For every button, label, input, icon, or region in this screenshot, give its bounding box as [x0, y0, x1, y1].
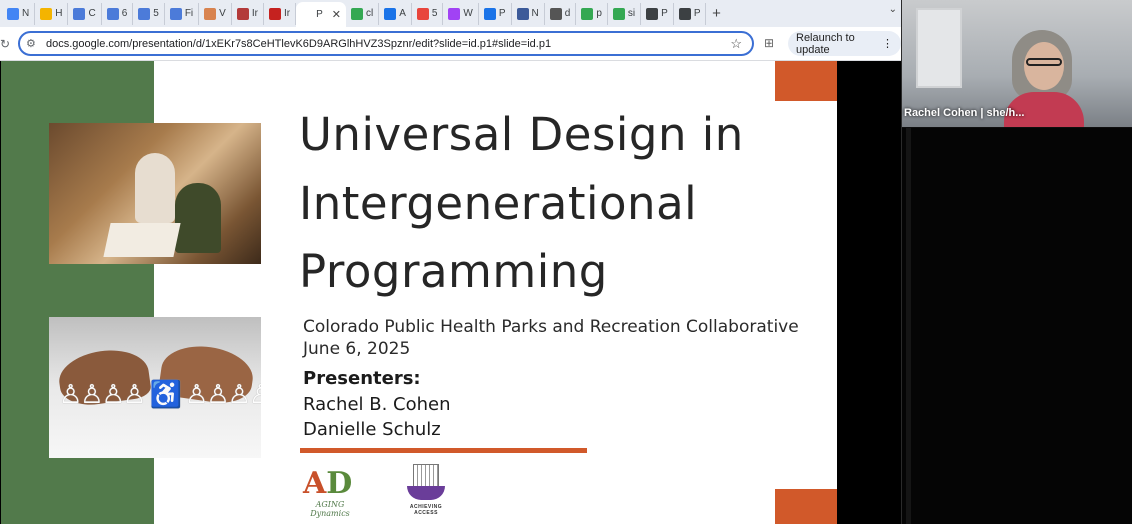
tab-favicon-icon [138, 7, 151, 20]
relaunch-label: Relaunch to update [796, 31, 855, 56]
browser-tab[interactable]: cl [346, 2, 380, 25]
browser-tab[interactable]: 6 [102, 2, 134, 25]
tab-label: Ir [251, 8, 258, 19]
browser-tab[interactable]: d [545, 2, 577, 25]
tab-favicon-icon [236, 7, 249, 20]
tab-favicon-icon [678, 7, 691, 20]
tab-label: C [88, 8, 96, 19]
browser-tab[interactable]: P [479, 2, 512, 25]
achieving-access-logo: ACHIEVING ACCESS [403, 464, 449, 522]
tab-favicon-icon [204, 7, 217, 20]
tab-favicon-icon [301, 8, 314, 21]
tab-favicon-icon [106, 7, 119, 20]
orange-corner-bottom [775, 489, 837, 524]
tab-favicon-icon [483, 7, 496, 20]
more-menu-icon[interactable]: ⋮ [882, 37, 893, 50]
tab-label: cl [365, 8, 374, 19]
tab-label: P [661, 8, 668, 19]
site-info-icon[interactable]: ⚙ [26, 37, 42, 50]
browser-tab[interactable]: C [68, 2, 102, 25]
browser-tab[interactable]: 5 [412, 2, 444, 25]
tab-favicon-icon [516, 7, 529, 20]
participant-name: Rachel Cohen | she/h... [904, 107, 1025, 119]
browser-tab[interactable]: P [674, 2, 707, 25]
browser-tab[interactable]: Fi [165, 2, 200, 25]
tab-favicon-icon [448, 7, 461, 20]
tab-label: d [564, 8, 571, 19]
aging-dynamics-logo: AD AGING Dynamics [303, 466, 353, 518]
tab-label: 5 [431, 8, 438, 19]
tab-label: 5 [153, 8, 159, 19]
reload-icon[interactable]: ↻ [0, 37, 16, 51]
empty-video-area [902, 128, 1132, 524]
presenters-heading: Presenters: [303, 368, 421, 389]
tab-label: 6 [121, 8, 128, 19]
tab-label: V [219, 8, 226, 19]
browser-tab[interactable]: W [443, 2, 479, 25]
date-text: June 6, 2025 [303, 339, 411, 359]
tab-label: H [55, 8, 63, 19]
tab-label: P [498, 8, 506, 19]
hands-and-paper-figures-photo: ♙♙♙♙ ♿ ♙♙♙♙ [49, 317, 261, 458]
tab-label: p [596, 8, 602, 19]
tab-favicon-icon [73, 7, 86, 20]
new-tab-button[interactable]: + [706, 5, 726, 22]
orange-corner-top [775, 61, 837, 101]
extension-icon[interactable]: ⊞ [764, 36, 774, 50]
tab-label: W [463, 8, 473, 19]
browser-tab[interactable]: p [576, 2, 608, 25]
tab-favicon-icon [581, 7, 594, 20]
presenter-name: Danielle Schulz [303, 419, 441, 440]
browser-toolbar: ↻ ⚙ docs.google.com/presentation/d/1xEKr… [0, 27, 901, 61]
bookmark-star-icon[interactable]: ☆ [730, 36, 742, 52]
tab-favicon-icon [350, 7, 363, 20]
tab-favicon-icon [7, 7, 19, 20]
tab-favicon-icon [169, 7, 182, 20]
browser-tab[interactable]: N [2, 2, 36, 25]
tab-label: si [627, 8, 636, 19]
browser-tab[interactable]: A [379, 2, 412, 25]
meeting-side-panel: Rachel Cohen | she/h... [901, 0, 1132, 524]
presentation-area: ♙♙♙♙ ♿ ♙♙♙♙ Universal Design in Intergen… [0, 61, 901, 524]
browser-tab[interactable]: P [641, 2, 674, 25]
organization-text: Colorado Public Health Parks and Recreat… [303, 317, 799, 337]
address-bar[interactable]: ⚙ docs.google.com/presentation/d/1xEKr7s… [18, 31, 754, 56]
browser-tab[interactable]: P ✕ [296, 2, 346, 27]
browser-tab[interactable]: V [199, 2, 232, 25]
slide[interactable]: ♙♙♙♙ ♿ ♙♙♙♙ Universal Design in Intergen… [1, 61, 837, 524]
tab-favicon-icon [416, 7, 429, 20]
browser-tab[interactable]: Ir [232, 2, 264, 25]
relaunch-button[interactable]: Relaunch to update ⋮ [788, 31, 901, 56]
tab-label: P [693, 8, 701, 19]
url-text[interactable]: docs.google.com/presentation/d/1xEKr7s8C… [46, 38, 551, 50]
tab-favicon-icon [384, 7, 397, 20]
tab-label: Fi [184, 8, 194, 19]
browser-tab[interactable]: 5 [133, 2, 165, 25]
tab-label: Ir [283, 8, 291, 19]
tab-favicon-icon [40, 7, 53, 20]
browser-tab[interactable]: H [35, 2, 69, 25]
tab-favicon-icon [268, 7, 281, 20]
tab-favicon-icon [646, 7, 659, 20]
browser-tab[interactable]: N [512, 2, 545, 25]
browser-tab[interactable]: si [608, 2, 642, 25]
tab-favicon-icon [612, 7, 625, 20]
orange-divider [300, 448, 587, 453]
tab-label: N [22, 8, 30, 19]
browser-tab[interactable]: Ir [264, 2, 297, 25]
library-photo [49, 123, 261, 264]
tab-favicon-icon [549, 7, 562, 20]
close-tab-icon[interactable]: ✕ [332, 8, 341, 21]
tab-label: A [399, 8, 406, 19]
participant-video[interactable]: Rachel Cohen | she/h... [902, 0, 1132, 127]
slide-title: Universal Design in Intergenerational Pr… [299, 108, 744, 298]
tab-label: N [531, 8, 539, 19]
tab-search-chevron-icon[interactable]: ⌄ [889, 4, 897, 15]
tab-label: P [316, 9, 323, 20]
presenter-name: Rachel B. Cohen [303, 394, 451, 415]
browser-tab-strip: N H C 6 5 Fi V Ir Ir P ✕ cl A 5 W P Nd p si P P + ⌄ [0, 0, 901, 27]
